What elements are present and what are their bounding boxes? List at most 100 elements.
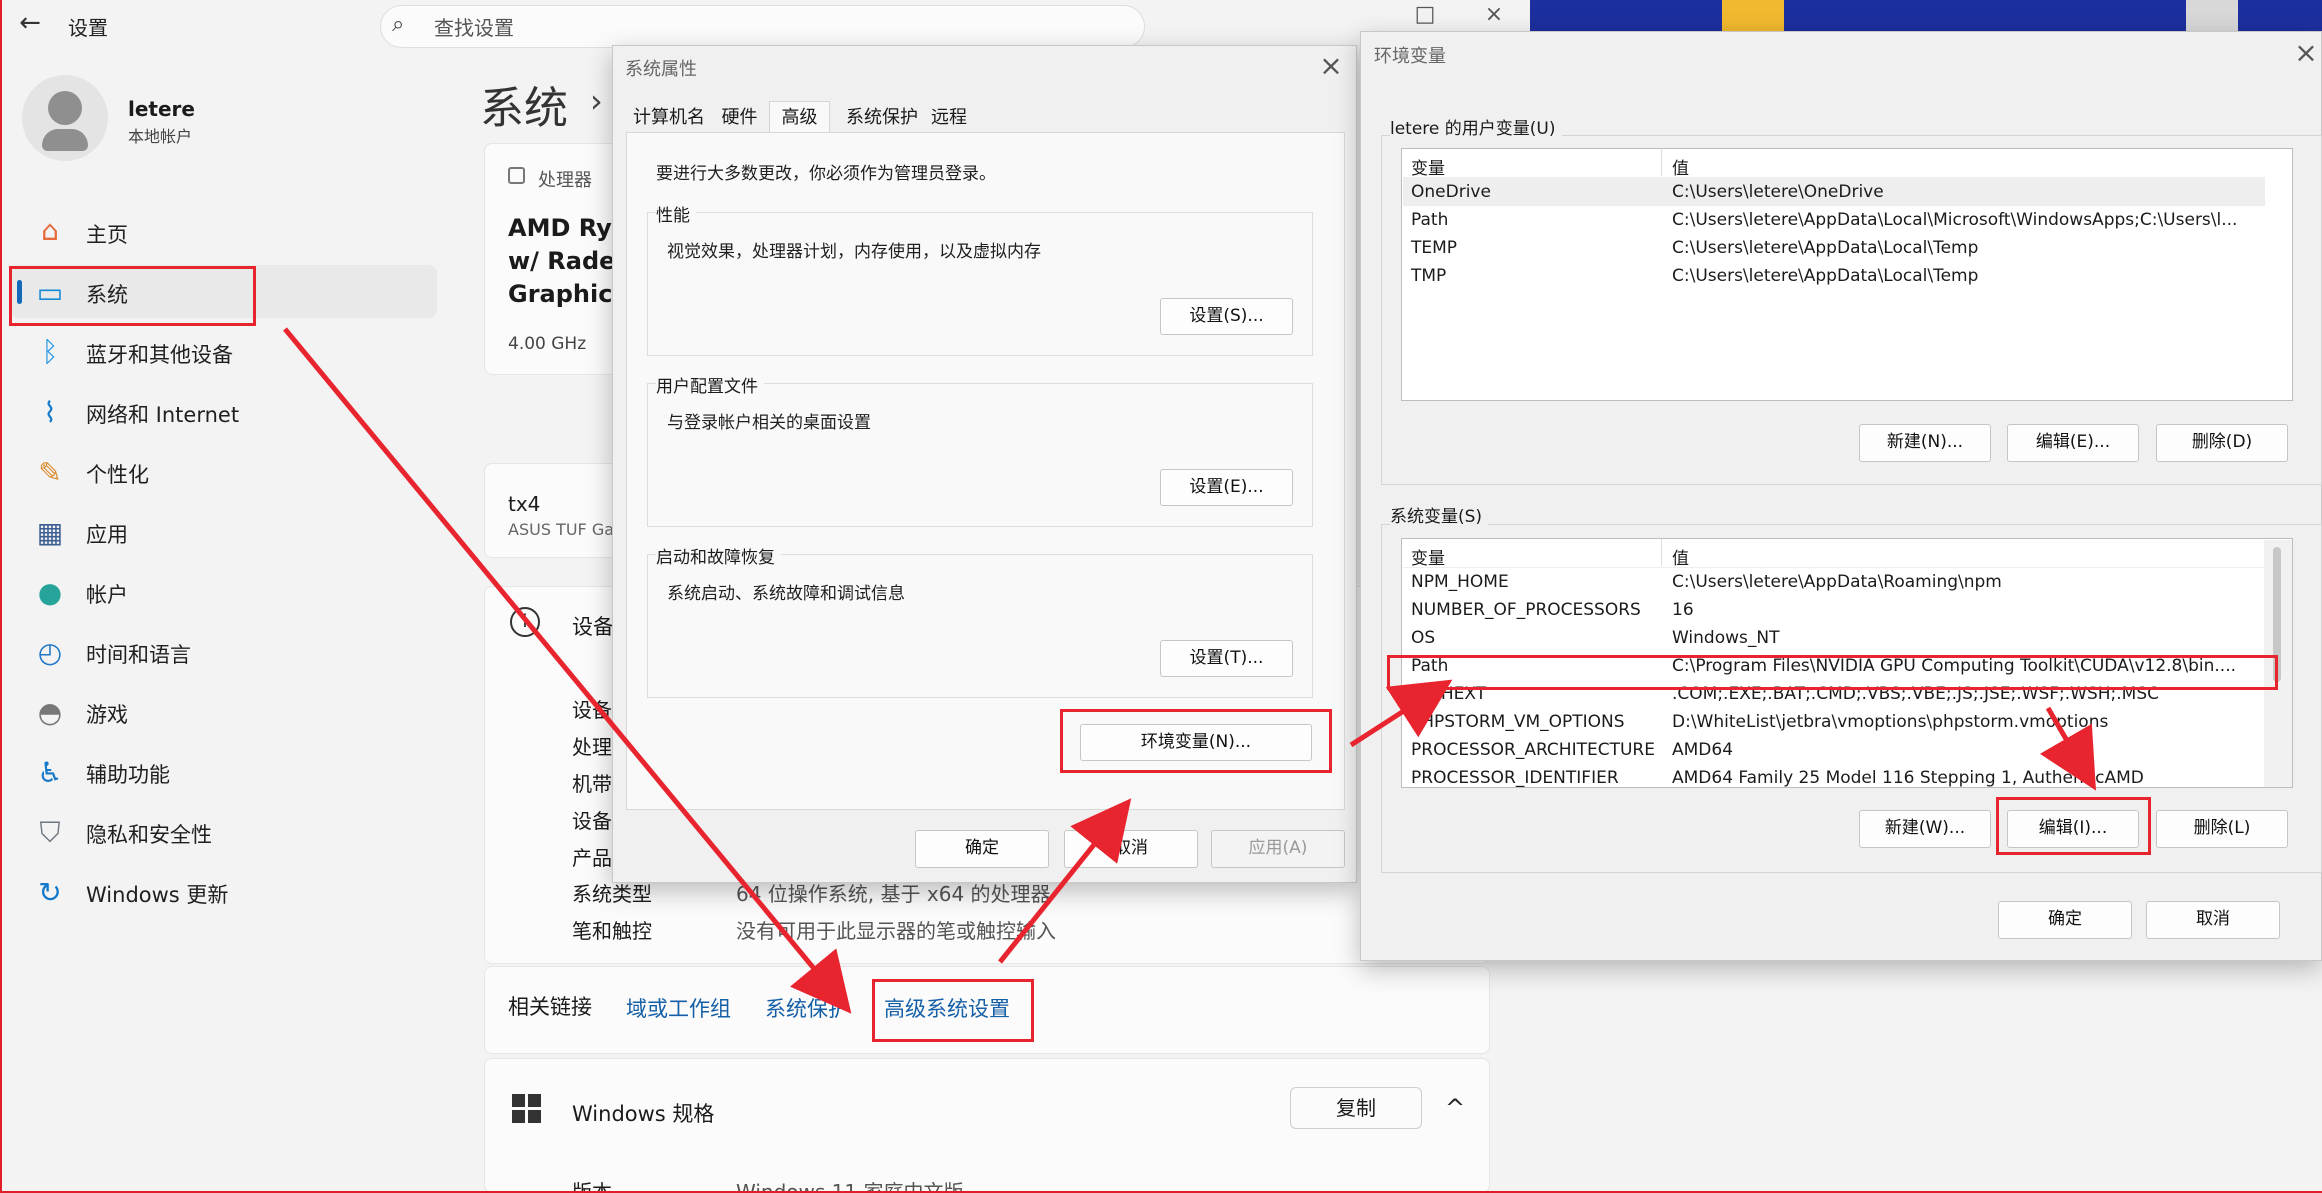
sidebar-item-label: 隐私和安全性 (86, 823, 212, 847)
ok-button[interactable]: 确定 (915, 830, 1049, 868)
processor-label: 处理器 (538, 170, 592, 191)
brush-icon: ✎ (38, 456, 62, 489)
user-variables-title: letere 的用户变量(U) (1390, 114, 1562, 139)
table-row[interactable]: TMP C:\Users\letere\AppData\Local\Temp (1403, 262, 2265, 290)
table-row[interactable]: TEMP C:\Users\letere\AppData\Local\Temp (1403, 234, 2265, 262)
variable-name: Path (1411, 210, 1449, 230)
variable-name: OneDrive (1411, 182, 1491, 202)
delete-system-variable-button[interactable]: 删除(L) (2156, 810, 2288, 848)
sidebar-item-accessibility[interactable] (10, 745, 437, 798)
spec-label: 设备 (572, 698, 612, 722)
env-cancel-button[interactable]: 取消 (2146, 901, 2280, 939)
tab-advanced[interactable]: 高级 (769, 101, 830, 134)
user-name: letere (128, 97, 195, 121)
delete-user-variable-button[interactable]: 删除(D) (2156, 424, 2288, 462)
user-profiles-description: 与登录帐户相关的桌面设置 (667, 413, 871, 433)
wifi-icon: ⌇ (43, 396, 57, 429)
page-title: 系统 (480, 83, 568, 134)
chevron-up-icon[interactable]: ^ (1445, 1094, 1465, 1122)
breadcrumb-chevron-icon: › (590, 82, 603, 120)
windows-spec-title: Windows 规格 (572, 1102, 715, 1126)
env-ok-button[interactable]: 确定 (1998, 901, 2132, 939)
screen: ← 设置 ⌕ 查找设置 letere 本地帐户 ⌂ 主页 ▭ 系统 ᛒ 蓝牙和其… (0, 0, 2322, 1193)
spec-label: 产品 (572, 846, 612, 870)
sidebar-item-label: 网络和 Internet (86, 403, 240, 427)
system-variables-title: 系统变量(S) (1390, 502, 1489, 527)
maximize-icon[interactable]: □ (1402, 0, 1448, 30)
account-icon: ● (37, 576, 63, 609)
table-row[interactable]: PROCESSOR_IDENTIFIER AMD64 Family 25 Mod… (1403, 764, 2265, 788)
variable-name: NUMBER_OF_PROCESSORS (1411, 600, 1641, 620)
performance-settings-button[interactable]: 设置(S)... (1160, 298, 1293, 335)
column-divider (1661, 539, 1662, 566)
new-user-variable-button[interactable]: 新建(N)... (1859, 424, 1991, 462)
table-row[interactable]: OneDrive C:\Users\letere\OneDrive (1403, 178, 2265, 206)
account-type: 本地帐户 (128, 127, 193, 146)
back-arrow-icon[interactable]: ← (15, 8, 45, 38)
sidebar-item-label: 游戏 (86, 703, 128, 727)
sidebar-item-accounts[interactable] (10, 565, 437, 618)
variable-name: TEMP (1411, 238, 1458, 258)
table-row[interactable]: PHPSTORM_VM_OPTIONS D:\WhiteList\jetbra\… (1403, 708, 2265, 736)
list-header: 变量 值 (1403, 540, 2265, 569)
annotation-edit-button-box (1996, 797, 2151, 855)
tab-computer-name[interactable]: 计算机名 (628, 101, 710, 134)
spec-label: 机带 (572, 772, 612, 796)
settings-app-title: 设置 (68, 16, 108, 40)
sidebar-item-label: 个性化 (86, 463, 149, 487)
cancel-button[interactable]: 取消 (1064, 830, 1198, 868)
variable-value: Windows_NT (1672, 628, 1780, 648)
copy-button[interactable]: 复制 (1290, 1087, 1422, 1129)
sidebar-item-label: 应用 (86, 523, 128, 547)
user-profiles-settings-button[interactable]: 设置(E)... (1160, 469, 1293, 506)
variable-name: PHPSTORM_VM_OPTIONS (1411, 712, 1625, 732)
performance-description: 视觉效果，处理器计划，内存使用，以及虚拟内存 (667, 242, 1041, 262)
variable-value: AMD64 Family 25 Model 116 Stepping 1, Au… (1672, 768, 2144, 788)
sidebar-item-label: Windows 更新 (86, 883, 229, 907)
table-row[interactable]: PROCESSOR_ARCHITECTURE AMD64 (1403, 736, 2265, 764)
close-icon[interactable]: × (2290, 39, 2322, 71)
device-model: ASUS TUF Ga (508, 520, 615, 539)
processor-name-line-3: Graphics (508, 280, 627, 308)
edit-user-variable-button[interactable]: 编辑(E)... (2007, 424, 2139, 462)
variable-value: AMD64 (1672, 740, 1734, 760)
sidebar-item-label: 辅助功能 (86, 763, 170, 787)
sidebar-item-time-language[interactable] (10, 625, 437, 678)
startup-recovery-title: 启动和故障恢复 (656, 543, 781, 568)
tab-hardware[interactable]: 硬件 (712, 101, 767, 134)
variable-name: NPM_HOME (1411, 572, 1509, 592)
variable-value: 16 (1672, 600, 1694, 620)
apply-button[interactable]: 应用(A) (1211, 830, 1345, 868)
system-protection-link[interactable]: 系统保护 (765, 993, 849, 1023)
search-placeholder[interactable]: 查找设置 (434, 12, 514, 41)
variable-name: PROCESSOR_IDENTIFIER (1411, 768, 1619, 788)
sidebar-item-gaming[interactable] (10, 685, 437, 738)
sidebar-item-home[interactable] (10, 206, 437, 259)
tab-remote[interactable]: 远程 (924, 101, 974, 134)
processor-speed: 4.00 GHz (508, 334, 587, 354)
sidebar-item-privacy[interactable] (10, 805, 437, 858)
version-label-fragment: 版本 (572, 1180, 612, 1193)
table-row[interactable]: OS Windows_NT (1403, 624, 2265, 652)
env-dialog-title: 环境变量 (1374, 46, 1446, 67)
variable-value: C:\Users\letere\AppData\Local\Temp (1672, 266, 1979, 286)
new-system-variable-button[interactable]: 新建(W)... (1859, 810, 1991, 848)
sidebar-item-personalization[interactable] (10, 445, 437, 498)
globe-clock-icon: ◴ (37, 636, 63, 669)
close-icon[interactable]: × (1315, 52, 1347, 84)
table-row[interactable]: NUMBER_OF_PROCESSORS 16 (1403, 596, 2265, 624)
user-profiles-title: 用户配置文件 (656, 372, 764, 397)
close-icon[interactable]: × (1471, 0, 1517, 30)
user-variables-list[interactable]: 变量 值 OneDrive C:\Users\letere\OneDrive P… (1401, 148, 2293, 401)
domain-workgroup-link[interactable]: 域或工作组 (626, 993, 731, 1023)
search-icon: ⌕ (392, 12, 405, 37)
tab-system-protection[interactable]: 系统保护 (842, 101, 922, 134)
table-row[interactable]: Path C:\Users\letere\AppData\Local\Micro… (1403, 206, 2265, 234)
variable-name: PROCESSOR_ARCHITECTURE (1411, 740, 1655, 760)
table-row[interactable]: NPM_HOME C:\Users\letere\AppData\Roaming… (1403, 568, 2265, 596)
wallpaper-yellow-patch (1722, 0, 1784, 32)
avatar-body-icon (42, 129, 88, 151)
startup-recovery-settings-button[interactable]: 设置(T)... (1160, 640, 1293, 677)
sidebar-item-apps[interactable] (10, 505, 437, 558)
variable-value: C:\Users\letere\OneDrive (1672, 182, 1884, 202)
